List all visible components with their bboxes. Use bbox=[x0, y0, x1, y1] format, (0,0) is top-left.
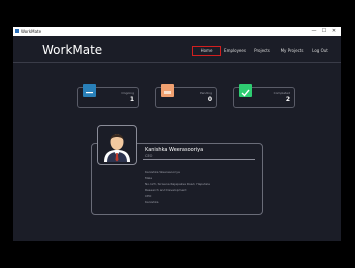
nav-log-out[interactable]: Log Out bbox=[311, 47, 329, 55]
detail-gender: Male bbox=[145, 176, 153, 180]
stat-label: Completed bbox=[273, 91, 290, 95]
close-button[interactable]: ✕ bbox=[329, 27, 339, 36]
stat-value: 2 bbox=[285, 96, 290, 103]
stat-value: 1 bbox=[129, 96, 134, 103]
detail-department: Research and Development bbox=[145, 188, 187, 192]
stat-label: Ongoing bbox=[121, 91, 134, 95]
top-navbar: WorkMate Home Employees Projects My Proj… bbox=[13, 36, 341, 63]
nav-projects[interactable]: Projects bbox=[253, 47, 271, 55]
profile-divider bbox=[143, 159, 255, 160]
app-logo: WorkMate bbox=[42, 43, 103, 57]
app-window: WorkMate — ☐ ✕ WorkMate Home Employees P… bbox=[13, 27, 341, 241]
maximize-button[interactable]: ☐ bbox=[319, 27, 329, 36]
pending-icon bbox=[161, 84, 174, 97]
nav-employees[interactable]: Employees bbox=[223, 47, 247, 55]
stat-value: 0 bbox=[207, 96, 212, 103]
detail-full-name: Kanishka Weerasooriya bbox=[145, 170, 180, 174]
minimize-button[interactable]: — bbox=[309, 27, 319, 36]
detail-address: No.123, Sirisena Rajapaksa Road, Haputal… bbox=[145, 182, 210, 186]
profile-name: Kanishka Weerasooriya bbox=[145, 147, 204, 153]
detail-username: Kanishka bbox=[145, 200, 159, 204]
stat-card-pending[interactable]: Pending 0 bbox=[155, 84, 217, 108]
app-icon bbox=[15, 29, 19, 33]
detail-position: CEO bbox=[145, 194, 152, 198]
stat-card-ongoing[interactable]: Ongoing 1 bbox=[77, 84, 139, 108]
stat-card-completed[interactable]: Completed 2 bbox=[233, 84, 295, 108]
user-avatar-icon bbox=[104, 134, 130, 162]
stat-label: Pending bbox=[200, 91, 212, 95]
nav-home[interactable]: Home bbox=[192, 46, 221, 56]
profile-role: CEO bbox=[145, 154, 153, 158]
ongoing-icon bbox=[83, 84, 96, 97]
window-titlebar: WorkMate — ☐ ✕ bbox=[13, 27, 341, 36]
check-icon bbox=[239, 84, 252, 97]
avatar bbox=[97, 125, 137, 165]
nav-my-projects[interactable]: My Projects bbox=[279, 47, 305, 55]
window-title: WorkMate bbox=[21, 29, 42, 34]
